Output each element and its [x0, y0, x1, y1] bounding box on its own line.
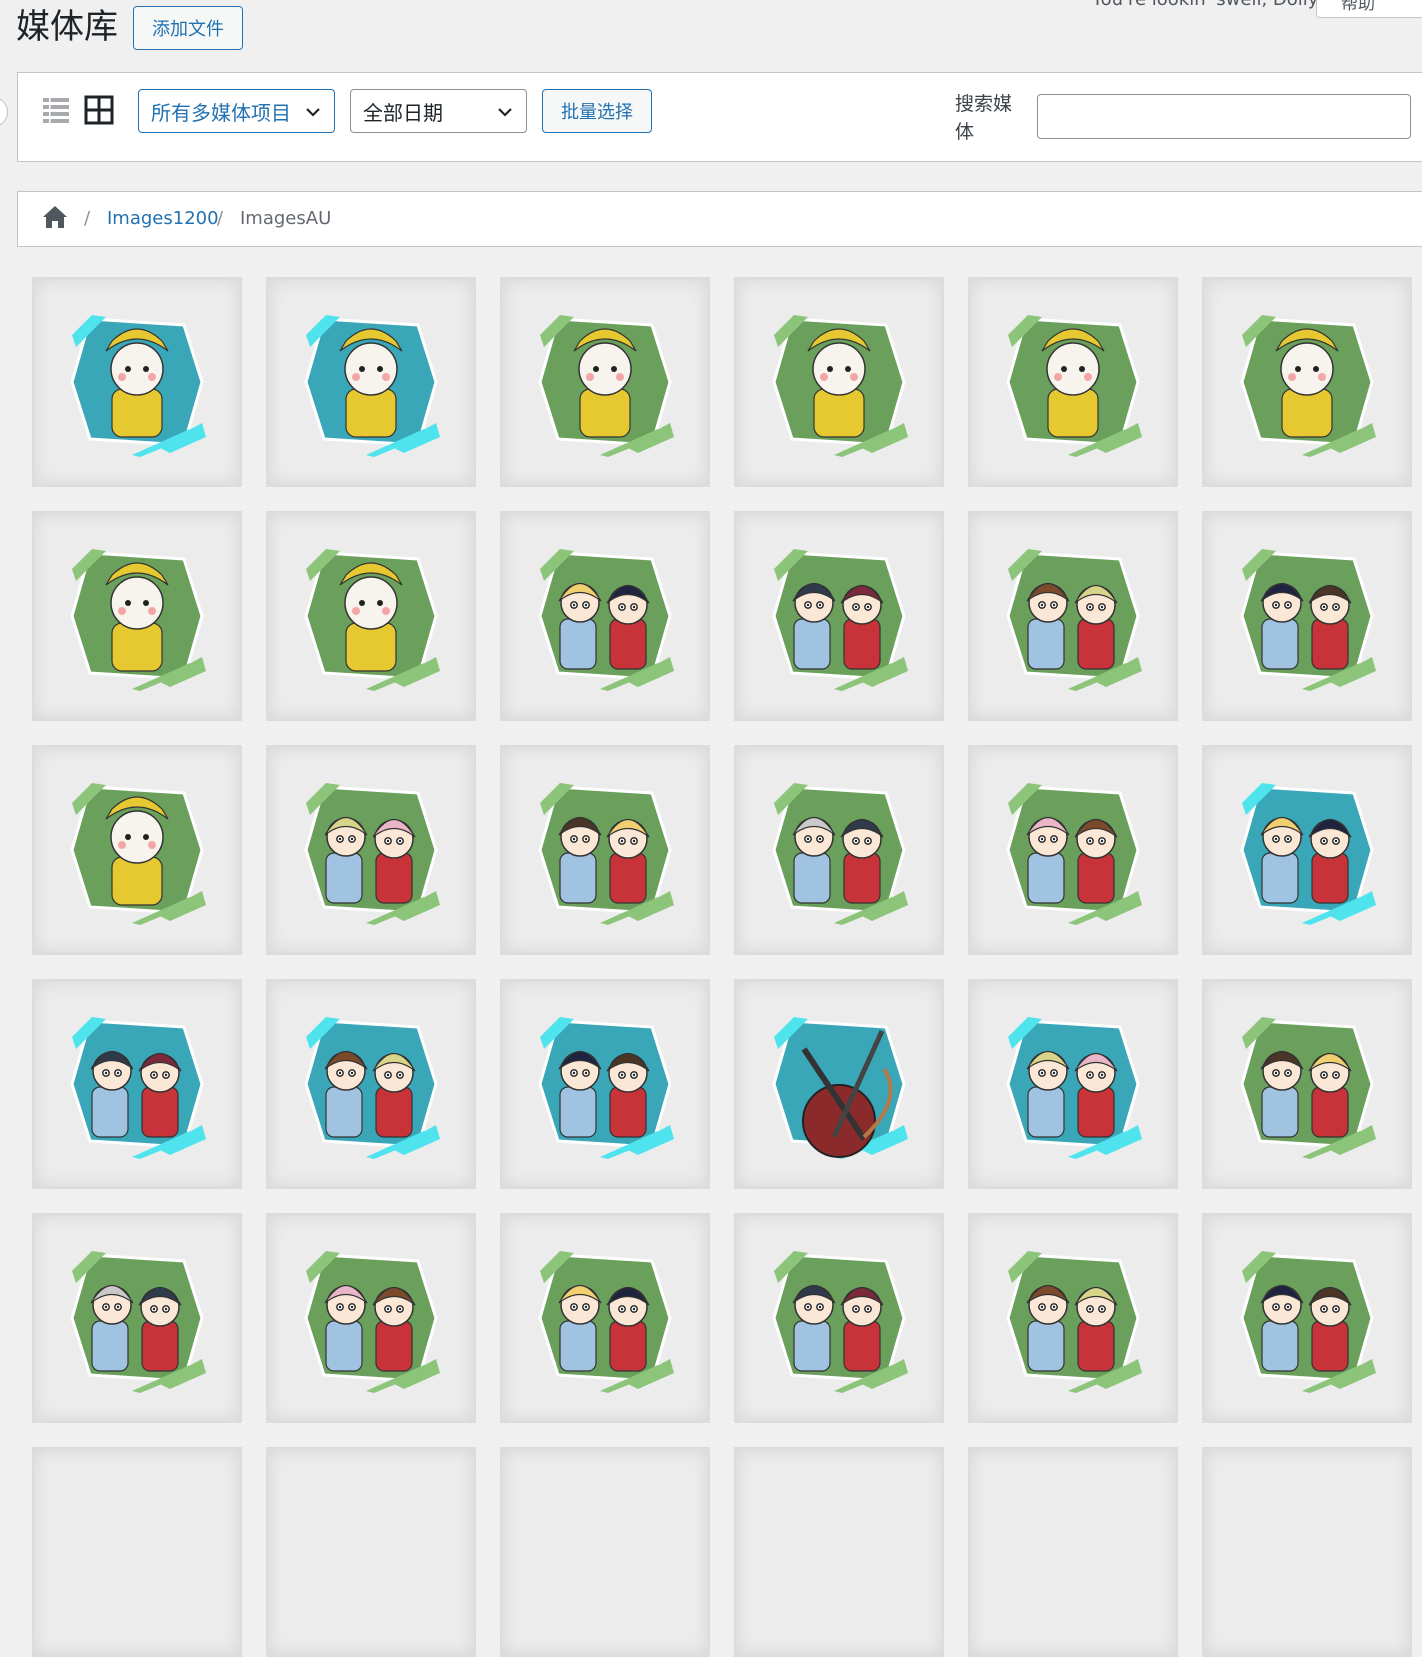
media-thumbnail[interactable]: [734, 277, 944, 487]
home-icon[interactable]: [42, 205, 68, 229]
media-thumbnail[interactable]: [1202, 1213, 1412, 1423]
media-thumbnail[interactable]: [500, 745, 710, 955]
media-thumbnail[interactable]: [266, 1447, 476, 1657]
media-thumbnail[interactable]: [1202, 1447, 1412, 1657]
pair-snow-elf-image: [70, 1017, 206, 1159]
weapons-brush-sword-image: [772, 1017, 908, 1159]
seal-captain-image: [772, 315, 908, 457]
media-thumbnail[interactable]: [734, 979, 944, 1189]
media-thumbnail[interactable]: [32, 745, 242, 955]
breadcrumb-separator: /: [217, 208, 224, 229]
media-thumbnail[interactable]: [1202, 979, 1412, 1189]
media-thumbnail[interactable]: [500, 1213, 710, 1423]
media-thumbnail[interactable]: [32, 979, 242, 1189]
pair-brown-bow-image: [538, 783, 674, 925]
search-media-label: 搜索媒体: [955, 93, 1013, 143]
pair-teal-hair-image: [538, 549, 674, 691]
date-filter[interactable]: 全部日期: [350, 89, 527, 133]
pair-brown-hair-image: [772, 549, 908, 691]
pair-ice-knight-image: [304, 1017, 440, 1159]
pair-sporty-image: [1006, 1251, 1142, 1393]
media-thumbnail[interactable]: [734, 511, 944, 721]
pair-pink-crown-image: [1240, 783, 1376, 925]
cow-red-envelope-image: [304, 315, 440, 457]
media-thumbnail[interactable]: [32, 511, 242, 721]
media-thumbnail[interactable]: [1202, 511, 1412, 721]
media-thumbnail[interactable]: [32, 1213, 242, 1423]
pair-silver-crowns-image: [304, 1251, 440, 1393]
page-title: 媒体库: [16, 7, 118, 47]
media-type-filter[interactable]: 所有多媒体项目: [138, 89, 335, 133]
chevron-down-icon: [306, 108, 320, 117]
bulk-select-button[interactable]: 批量选择: [542, 89, 652, 133]
delivery-rider-image: [70, 783, 206, 925]
chevron-down-icon: [498, 108, 512, 117]
breadcrumb-current: ImagesAU: [240, 208, 332, 229]
media-thumbnail[interactable]: [968, 511, 1178, 721]
pair-pink-hair-image: [772, 1251, 908, 1393]
pair-blonde-drinks-image: [538, 1251, 674, 1393]
media-thumbnail[interactable]: [32, 277, 242, 487]
media-thumbnail[interactable]: [734, 745, 944, 955]
media-thumbnail[interactable]: [968, 1447, 1178, 1657]
pair-red-hair-image: [1240, 549, 1376, 691]
media-thumbnail[interactable]: [1202, 277, 1412, 487]
wolf-yellow-coat-image: [1240, 315, 1376, 457]
media-type-filter-value: 所有多媒体项目: [151, 100, 291, 125]
media-thumbnail[interactable]: [266, 277, 476, 487]
media-thumbnail[interactable]: [32, 1447, 242, 1657]
media-thumbnail[interactable]: [266, 1213, 476, 1423]
media-thumbnail[interactable]: [1202, 745, 1412, 955]
greeting-text: You're lookin' swell, Dolly: [1092, 0, 1318, 10]
pair-white-hair-image: [1240, 1251, 1376, 1393]
grid-view-icon[interactable]: [84, 95, 114, 125]
breadcrumb: [17, 191, 1422, 247]
media-thumbnail[interactable]: [500, 277, 710, 487]
search-media-input[interactable]: [1037, 94, 1411, 139]
media-thumbnail[interactable]: [734, 1447, 944, 1657]
media-thumbnail[interactable]: [500, 511, 710, 721]
add-file-button[interactable]: 添加文件: [133, 6, 243, 50]
media-thumbnail[interactable]: [968, 277, 1178, 487]
colonel-chef-image: [70, 549, 206, 691]
date-filter-value: 全部日期: [363, 100, 443, 125]
media-thumbnail[interactable]: [500, 1447, 710, 1657]
media-thumbnail[interactable]: [968, 745, 1178, 955]
media-thumbnail[interactable]: [734, 1213, 944, 1423]
panda-yellow-hat-image: [70, 315, 206, 457]
breadcrumb-separator: /: [84, 208, 91, 229]
pair-navy-hair-image: [1006, 549, 1142, 691]
media-thumbnail[interactable]: [266, 745, 476, 955]
pair-golden-royal-image: [1006, 1017, 1142, 1159]
pair-blonde-image: [304, 783, 440, 925]
help-tab[interactable]: 帮助: [1316, 0, 1422, 18]
rabbit-top-hat-image: [538, 315, 674, 457]
breadcrumb-link[interactable]: Images1200: [107, 208, 219, 229]
collapse-handle[interactable]: [0, 97, 8, 127]
media-thumbnail[interactable]: [266, 979, 476, 1189]
pair-dark-bun-image: [1006, 783, 1142, 925]
list-view-icon[interactable]: [42, 96, 70, 124]
cat-teacup-image: [1006, 315, 1142, 457]
pair-winter-hats-image: [70, 1251, 206, 1393]
media-thumbnail[interactable]: [266, 511, 476, 721]
media-thumbnail[interactable]: [968, 1213, 1178, 1423]
pair-black-hair-image: [772, 783, 908, 925]
media-thumbnail[interactable]: [500, 979, 710, 1189]
pair-cat-ears-image: [1240, 1017, 1376, 1159]
media-grid: [32, 277, 1412, 1657]
pair-dark-royal-image: [538, 1017, 674, 1159]
media-thumbnail[interactable]: [968, 979, 1178, 1189]
astronaut-robot-image: [304, 549, 440, 691]
